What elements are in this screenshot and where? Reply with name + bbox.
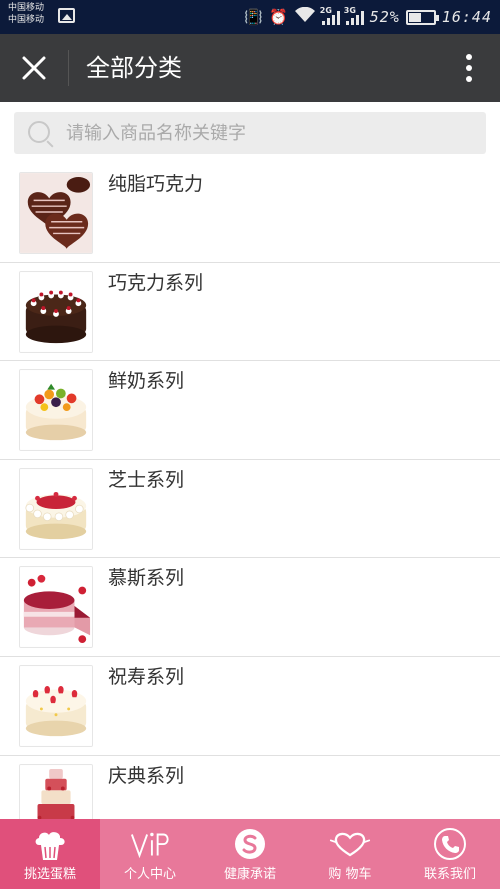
heart-cart-icon	[329, 825, 371, 865]
search-bar	[0, 102, 500, 162]
mousse-cake-slice-image	[20, 567, 92, 648]
vibrate-icon: 📳	[244, 7, 264, 26]
chocolate-cake-image	[20, 271, 92, 352]
strawberry-cheese-cake-image	[20, 468, 92, 549]
app-header: 全部分类	[0, 34, 500, 102]
alarm-icon: ⏰	[269, 7, 288, 26]
strawberry-birthday-cake-image	[20, 666, 92, 746]
close-icon	[22, 56, 46, 80]
tab-label: 挑选蛋糕	[23, 867, 76, 882]
network-2-label: 3G	[343, 6, 356, 15]
list-item[interactable]: 鲜奶系列	[0, 361, 500, 460]
signal-2-icon: 3G	[343, 6, 364, 25]
status-indicators: 📳 ⏰ 2G 3G 52% 16:44	[244, 0, 492, 34]
vip-icon	[129, 825, 171, 865]
list-item[interactable]: 纯脂巧克力	[0, 164, 500, 263]
tab-label: 个人中心	[123, 867, 176, 882]
fruit-cream-cake-image	[20, 370, 92, 451]
page-title: 全部分类	[86, 54, 182, 82]
list-item[interactable]: 慕斯系列	[0, 558, 500, 657]
tab-label: 购 物车	[328, 867, 372, 882]
more-dot-icon	[466, 65, 472, 71]
network-1-label: 2G	[319, 6, 332, 15]
header-divider	[68, 50, 69, 86]
search-icon	[28, 121, 50, 143]
category-label: 鲜奶系列	[108, 370, 185, 393]
tab-label: 联系我们	[423, 867, 476, 882]
signal-1-icon: 2G	[319, 6, 340, 25]
chocolate-heart-cakes-image	[20, 173, 92, 253]
tiered-celebration-cake-image	[20, 764, 92, 819]
search-input[interactable]	[66, 112, 466, 154]
carrier-labels: 中国移动 中国移动	[8, 2, 44, 26]
more-dot-icon	[466, 76, 472, 82]
category-label: 芝士系列	[108, 468, 185, 491]
more-options-button[interactable]	[462, 52, 476, 84]
category-thumbnail	[19, 566, 93, 649]
category-list: 纯脂巧克力 巧克力系列 鲜奶系列 芝士系列 慕斯系列 祝寿系列 庆典系列	[0, 164, 500, 819]
battery-percent: 52%	[369, 8, 400, 26]
status-bar: 中国移动 中国移动 📳 ⏰ 2G 3G 52% 16:44	[0, 0, 500, 34]
phone-icon	[429, 825, 471, 865]
list-item[interactable]: 芝士系列	[0, 459, 500, 559]
category-thumbnail	[19, 172, 93, 254]
category-thumbnail	[19, 270, 93, 353]
category-thumbnail	[19, 369, 93, 452]
category-thumbnail	[19, 763, 93, 819]
category-label: 庆典系列	[108, 764, 185, 787]
carrier-1-label: 中国移动	[8, 3, 45, 13]
bottom-tab-bar: 挑选蛋糕 个人中心 健康承诺 购 物车 联系我们	[0, 819, 500, 889]
search-box[interactable]	[14, 112, 486, 154]
wifi-icon	[294, 6, 316, 27]
image-notification-icon	[58, 8, 75, 23]
clock: 16:44	[441, 8, 492, 26]
category-thumbnail	[19, 467, 93, 550]
battery-icon	[405, 9, 439, 25]
category-label: 纯脂巧克力	[108, 173, 204, 195]
list-item[interactable]: 庆典系列	[0, 755, 500, 819]
category-label: 祝寿系列	[108, 665, 185, 688]
s-badge-icon	[229, 825, 271, 865]
list-item[interactable]: 巧克力系列	[0, 262, 500, 362]
carrier-2-label: 中国移动	[8, 15, 45, 25]
tab-shopping-cart[interactable]: 购 物车	[300, 819, 400, 889]
cake-icon	[29, 825, 71, 865]
category-label: 慕斯系列	[108, 567, 185, 590]
more-dot-icon	[466, 54, 472, 60]
tab-pick-cake[interactable]: 挑选蛋糕	[0, 819, 100, 889]
tab-contact-us[interactable]: 联系我们	[400, 819, 500, 889]
tab-health-promise[interactable]: 健康承诺	[200, 819, 300, 889]
list-item[interactable]: 祝寿系列	[0, 656, 500, 756]
battery-fill	[408, 12, 421, 22]
category-label: 巧克力系列	[108, 271, 204, 294]
category-thumbnail	[19, 664, 93, 747]
tab-personal-center[interactable]: 个人中心	[100, 819, 200, 889]
close-button[interactable]	[14, 48, 54, 88]
tab-label: 健康承诺	[223, 867, 276, 882]
